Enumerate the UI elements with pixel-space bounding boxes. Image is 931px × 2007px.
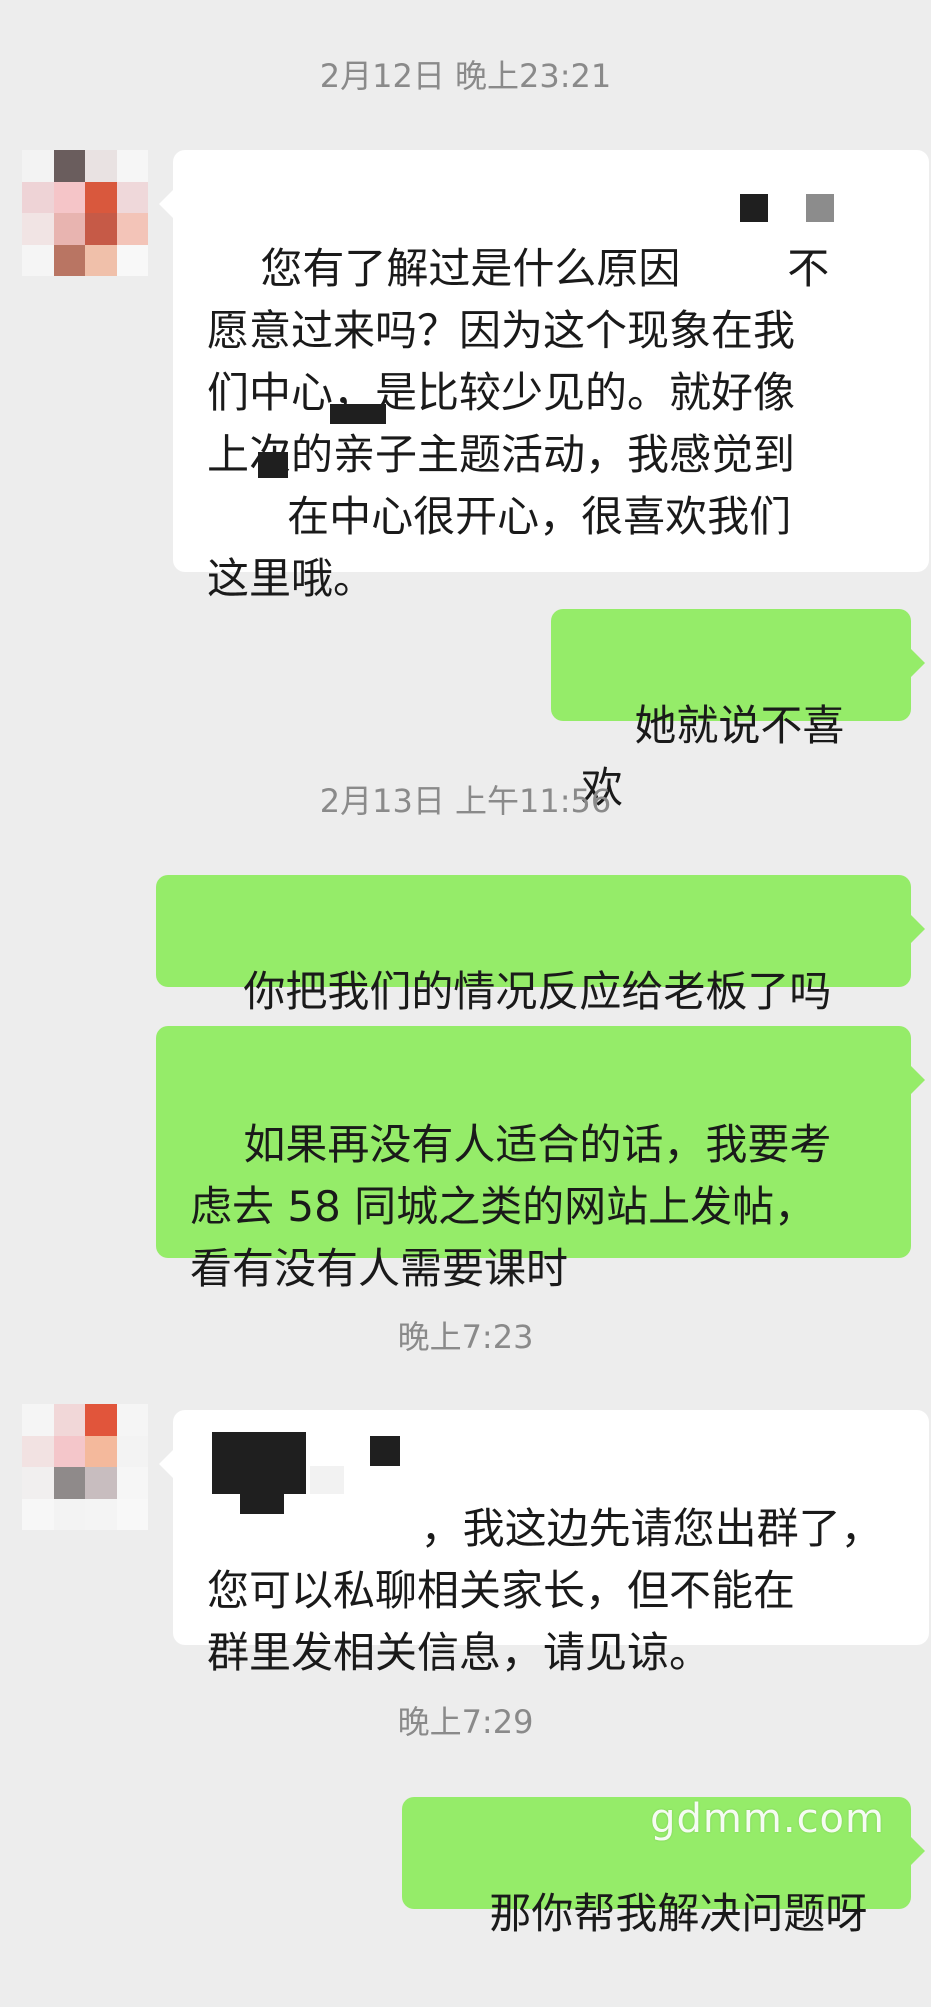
message-outgoing[interactable]: 她就说不喜欢 — [551, 609, 925, 812]
timestamp: 2月12日 晚上23:21 — [319, 57, 612, 95]
message-text: 那你帮我解决问题呀 — [489, 1889, 868, 1938]
redaction-mark — [310, 1466, 344, 1494]
redaction-mark — [240, 1494, 284, 1514]
redaction-mark — [330, 404, 386, 424]
message-text: 你把我们的情况反应给老板了吗 — [243, 967, 832, 1016]
message-text: 如果再没有人适合的话，我要考 虑去 58 同城之类的网站上发帖， 看有没有人需要… — [190, 1120, 832, 1293]
timestamp: 2月13日 上午11:56 — [319, 782, 612, 820]
message-text: 您有了解过是什么原因 不 愿意过来吗？因为这个现象在我 们中心，是比较少见的。就… — [207, 244, 830, 603]
redaction-mark — [212, 1432, 306, 1494]
timestamp: 晚上7:23 — [397, 1318, 534, 1356]
watermark: gdmm.com — [650, 1796, 885, 1842]
redaction-mark — [806, 194, 834, 222]
contact-avatar[interactable] — [22, 1404, 148, 1530]
contact-avatar[interactable] — [22, 150, 148, 276]
message-text: ，我这边先请您出群了， 您可以私聊相关家长，但不能在 群里发相关信息，请见谅。 — [207, 1504, 883, 1677]
message-outgoing[interactable]: 如果再没有人适合的话，我要考 虑去 58 同城之类的网站上发帖， 看有没有人需要… — [156, 1026, 925, 1293]
message-outgoing[interactable]: 你把我们的情况反应给老板了吗 — [156, 875, 925, 1016]
redaction-mark — [740, 194, 768, 222]
redaction-mark — [370, 1436, 400, 1466]
timestamp: 晚上7:29 — [397, 1703, 534, 1741]
chat-area[interactable]: 2月12日 晚上23:21 您有了解过是什么原因 不 愿意过来吗？因为这个现象在… — [0, 0, 931, 1938]
redaction-mark — [258, 452, 288, 478]
